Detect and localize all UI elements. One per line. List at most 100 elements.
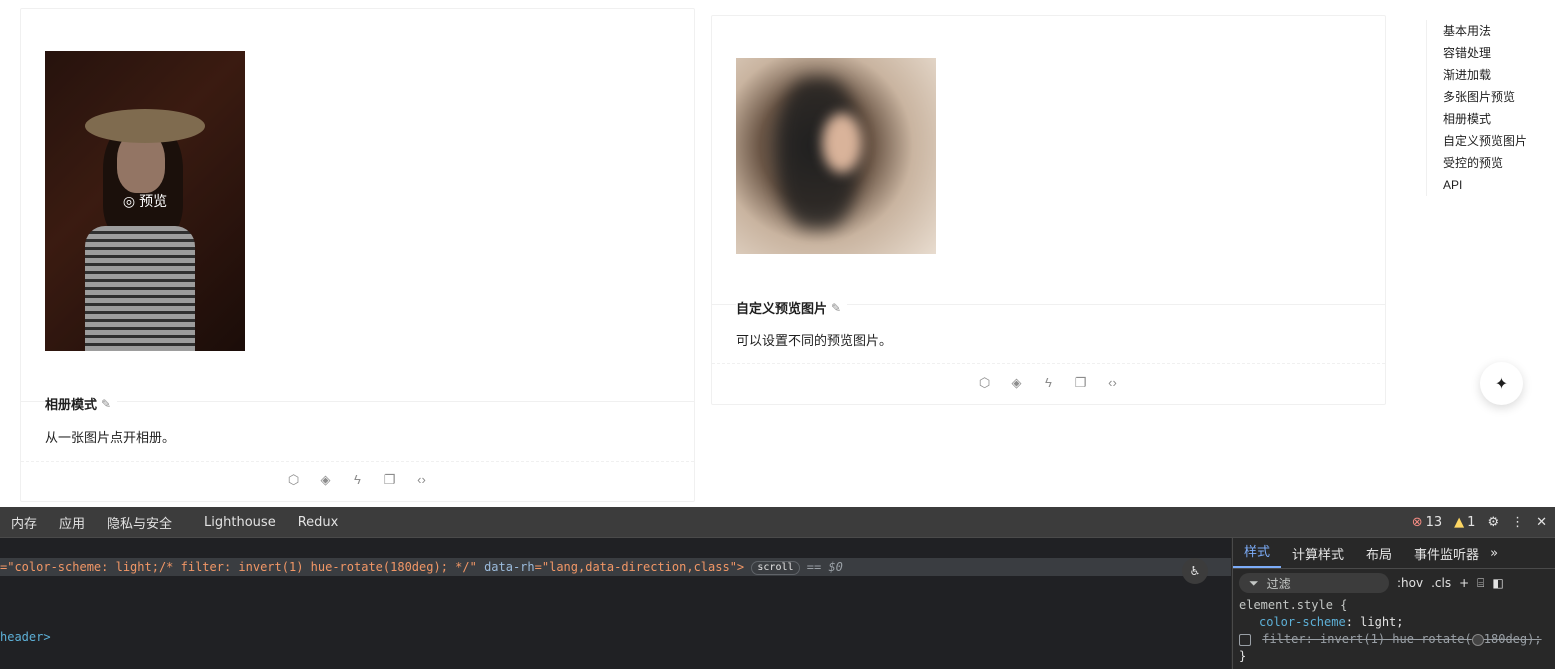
tab-layout[interactable]: 布局 bbox=[1355, 544, 1403, 563]
rule-selector: element.style { bbox=[1239, 598, 1348, 612]
dollar-zero: $0 bbox=[828, 560, 843, 574]
anchor-nav: 基本用法 容错处理 渐进加载 多张图片预览 相册模式 自定义预览图片 受控的预览… bbox=[1426, 20, 1527, 196]
paint-icon[interactable]: ⌸ bbox=[1477, 576, 1484, 591]
warning-icon: ▲ bbox=[1454, 514, 1465, 530]
anchor-item[interactable]: 自定义预览图片 bbox=[1443, 130, 1527, 152]
card-description: 从一张图片点开相册。 bbox=[45, 430, 176, 445]
warning-counter[interactable]: ▲ 1 bbox=[1454, 515, 1475, 530]
accessibility-icon[interactable]: ♿ bbox=[1182, 558, 1208, 584]
album-preview-image[interactable]: ◎ 预览 bbox=[45, 51, 245, 351]
error-count: 13 bbox=[1425, 514, 1443, 530]
header-close-tag: header> bbox=[0, 630, 51, 644]
stackblitz-icon[interactable]: ϟ bbox=[1041, 375, 1057, 391]
edit-icon[interactable]: ✎ bbox=[101, 397, 111, 411]
anchor-item[interactable]: 受控的预览 bbox=[1443, 152, 1527, 174]
anchor-item[interactable]: 基本用法 bbox=[1443, 20, 1527, 42]
devtools-tab[interactable]: Lighthouse bbox=[193, 515, 287, 530]
devtools-panel: 内存 应用 隐私与安全 Lighthouse Redux ⊗ 13 ▲ 1 ⚙ … bbox=[0, 507, 1555, 669]
title-divider bbox=[21, 401, 694, 402]
card-description: 可以设置不同的预览图片。 bbox=[736, 333, 893, 348]
equals-sign: == bbox=[806, 560, 822, 574]
cls-toggle[interactable]: .cls bbox=[1431, 576, 1451, 590]
tab-styles[interactable]: 样式 bbox=[1233, 538, 1282, 568]
demo-card-custom-preview: 自定义预览图片 ✎ 可以设置不同的预览图片。 ⬡ ◈ ϟ ❐ ‹› bbox=[711, 15, 1386, 405]
style-rule: element.style { color-scheme: light; fil… bbox=[1233, 597, 1555, 665]
anchor-item[interactable]: 多张图片预览 bbox=[1443, 86, 1527, 108]
expand-code-icon[interactable]: ‹› bbox=[1105, 375, 1121, 391]
error-icon: ⊗ bbox=[1411, 514, 1423, 530]
attr-value: ="color-scheme: light;/* filter: invert(… bbox=[0, 560, 477, 574]
preview-mask[interactable]: ◎ 预览 bbox=[45, 51, 245, 351]
prop-name: filter bbox=[1262, 632, 1306, 646]
gear-icon[interactable]: ⚙ bbox=[1487, 515, 1499, 530]
declaration-checkbox[interactable] bbox=[1239, 633, 1251, 646]
styles-pane: 样式 计算样式 布局 事件监听器 » ⏷ 过滤 :hov .cls + ⌸ ◧ … bbox=[1232, 538, 1555, 669]
filter-placeholder: 过滤 bbox=[1266, 576, 1291, 591]
anchor-item[interactable]: 渐进加载 bbox=[1443, 64, 1527, 86]
rule-close: } bbox=[1239, 649, 1247, 663]
style-declaration-disabled[interactable]: filter: invert(1) hue-rotate( 180deg); bbox=[1239, 631, 1555, 648]
warning-count: 1 bbox=[1467, 514, 1476, 530]
anchor-item[interactable]: 相册模式 bbox=[1443, 108, 1527, 130]
prop-value: : light; bbox=[1345, 615, 1404, 629]
codepen-icon[interactable]: ◈ bbox=[318, 472, 334, 488]
devtools-tabbar: 内存 应用 隐私与安全 Lighthouse Redux ⊗ 13 ▲ 1 ⚙ … bbox=[0, 507, 1555, 538]
scroll-badge[interactable]: scroll bbox=[751, 560, 800, 575]
expand-code-icon[interactable]: ‹› bbox=[414, 472, 430, 488]
tree-node[interactable]: header> bbox=[0, 630, 51, 644]
codesandbox-icon[interactable]: ⬡ bbox=[286, 472, 302, 488]
devtools-tab[interactable]: 隐私与安全 bbox=[96, 513, 183, 532]
devtools-tab[interactable]: 内存 bbox=[0, 513, 48, 532]
card-title: 相册模式 ✎ bbox=[45, 394, 118, 413]
prop-value: 180deg); bbox=[1483, 632, 1542, 646]
devtools-toolbar-right: ⊗ 13 ▲ 1 ⚙ ⋮ ✕ bbox=[1412, 507, 1547, 537]
codesandbox-icon[interactable]: ⬡ bbox=[977, 375, 993, 391]
magic-wand-icon: ✦ bbox=[1494, 375, 1509, 393]
dashed-divider bbox=[21, 461, 694, 462]
anchor-item[interactable]: API bbox=[1443, 174, 1527, 196]
copy-icon[interactable]: ❐ bbox=[1073, 375, 1089, 391]
sidebar-toggle-icon[interactable]: ◧ bbox=[1492, 576, 1503, 590]
dashed-divider bbox=[712, 363, 1385, 364]
elements-tree: ="color-scheme: light;/* filter: invert(… bbox=[0, 538, 1231, 669]
attr-name: data-rh bbox=[484, 560, 535, 574]
prop-name: color-scheme bbox=[1259, 615, 1346, 629]
selected-node[interactable]: ="color-scheme: light;/* filter: invert(… bbox=[0, 558, 1231, 576]
disabled-declaration: filter: invert(1) hue-rotate( 180deg); bbox=[1262, 632, 1541, 646]
attr-value: ="lang,data-direction,class"> bbox=[534, 560, 745, 574]
edit-icon[interactable]: ✎ bbox=[831, 301, 841, 315]
eye-icon: ◎ bbox=[122, 192, 136, 209]
add-rule-icon[interactable]: + bbox=[1459, 576, 1469, 590]
style-declaration[interactable]: color-scheme: light; bbox=[1239, 614, 1555, 631]
codepen-icon[interactable]: ◈ bbox=[1009, 375, 1025, 391]
tab-event-listeners[interactable]: 事件监听器 bbox=[1403, 544, 1490, 563]
demo-card-album-mode: ◎ 预览 相册模式 ✎ 从一张图片点开相册。 ⬡ ◈ ϟ ❐ ‹› bbox=[20, 8, 695, 502]
error-counter[interactable]: ⊗ 13 bbox=[1412, 515, 1442, 530]
code-actions: ⬡ ◈ ϟ ❐ ‹› bbox=[21, 472, 694, 488]
close-icon[interactable]: ✕ bbox=[1536, 515, 1547, 530]
chevron-right-double-icon[interactable]: » bbox=[1490, 546, 1498, 561]
more-vertical-icon[interactable]: ⋮ bbox=[1511, 515, 1524, 530]
custom-preview-image[interactable] bbox=[736, 58, 936, 254]
card-title-text: 自定义预览图片 bbox=[736, 301, 828, 316]
filter-icon: ⏷ bbox=[1249, 575, 1259, 590]
copy-icon[interactable]: ❐ bbox=[382, 472, 398, 488]
card-title-text: 相册模式 bbox=[45, 397, 98, 412]
anchor-item[interactable]: 容错处理 bbox=[1443, 42, 1527, 64]
color-swatch[interactable] bbox=[1471, 633, 1484, 646]
preview-label: 预览 bbox=[139, 193, 168, 209]
hov-toggle[interactable]: :hov bbox=[1397, 576, 1423, 590]
filter-input[interactable]: ⏷ 过滤 bbox=[1239, 573, 1389, 593]
stackblitz-icon[interactable]: ϟ bbox=[350, 472, 366, 488]
devtools-tab[interactable]: 应用 bbox=[48, 513, 96, 532]
code-actions: ⬡ ◈ ϟ ❐ ‹› bbox=[712, 375, 1385, 391]
tab-computed[interactable]: 计算样式 bbox=[1281, 544, 1355, 563]
page: ◎ 预览 相册模式 ✎ 从一张图片点开相册。 ⬡ ◈ ϟ ❐ ‹› 自定义预览图… bbox=[0, 0, 1555, 507]
styles-tabbar: 样式 计算样式 布局 事件监听器 » bbox=[1233, 538, 1555, 569]
devtools-tab[interactable]: Redux bbox=[287, 515, 350, 530]
photo-face bbox=[822, 113, 862, 173]
styles-filter-row: ⏷ 过滤 :hov .cls + ⌸ ◧ bbox=[1233, 569, 1555, 597]
theme-magic-button[interactable]: ✦ bbox=[1480, 362, 1523, 405]
card-title: 自定义预览图片 ✎ bbox=[736, 298, 848, 317]
prop-value: : invert(1) hue-rotate( bbox=[1305, 632, 1472, 646]
